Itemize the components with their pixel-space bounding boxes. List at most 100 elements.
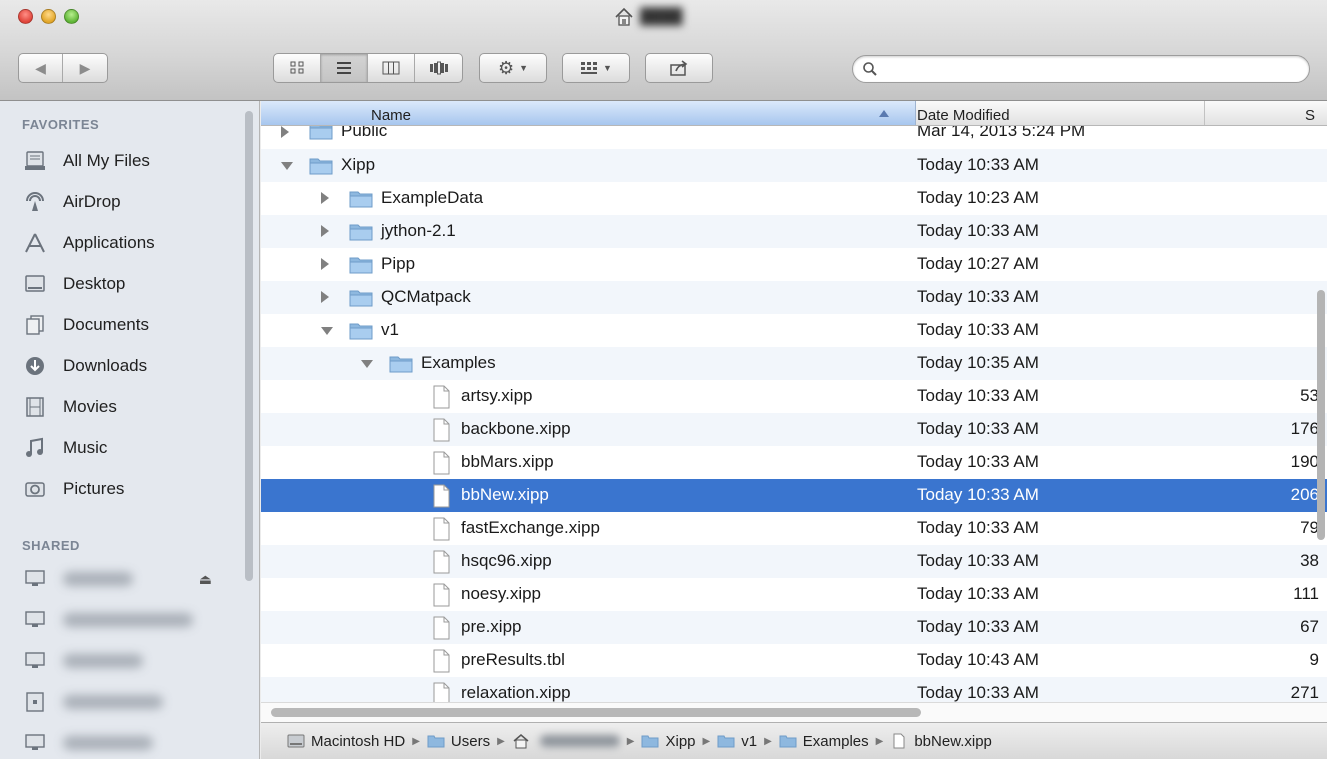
folder-row[interactable]: QCMatpack Today 10:33 AM [261,281,1327,314]
vertical-scrollbar[interactable] [1317,290,1325,540]
path-crumb-label: v1 [741,732,758,750]
path-crumb[interactable]: v1 ▶ [717,733,779,750]
shared-computer-item[interactable] [22,643,242,679]
folder-row[interactable]: ExampleData Today 10:23 AM [261,182,1327,215]
shared-computer-item[interactable] [22,725,242,759]
file-name: Pipp [381,254,416,273]
chevron-down-icon: ▼ [519,63,529,73]
sidebar-scrollbar[interactable] [245,111,253,581]
file-row[interactable]: bbNew.xipp Today 10:33 AM 206 [261,479,1327,512]
file-name: preResults.tbl [461,650,565,669]
path-crumb[interactable]: ▶ [512,733,642,749]
computer-icon [22,730,48,756]
file-size: 111 [1293,584,1319,603]
search-input[interactable] [881,59,1295,81]
horizontal-scrollbar[interactable] [271,708,921,717]
folder-icon [717,735,735,748]
zoom-window-button[interactable] [64,9,79,24]
path-separator-icon: ▶ [412,735,420,747]
minimize-window-button[interactable] [41,9,56,24]
sidebar-item-music[interactable]: Music [22,430,242,466]
date-modified: Today 10:33 AM [917,551,1039,570]
disclosure-triangle-icon[interactable] [281,162,293,170]
disclosure-triangle-icon[interactable] [321,258,329,270]
folder-row[interactable]: v1 Today 10:33 AM [261,314,1327,347]
size-column-header[interactable]: S [1206,101,1327,125]
file-row[interactable]: backbone.xipp Today 10:33 AM 176 [261,413,1327,446]
disclosure-triangle-icon[interactable] [361,360,373,368]
size-column-label: S [1304,107,1315,124]
path-crumb[interactable]: Macintosh HD ▶ [287,733,427,750]
folder-row[interactable]: Examples Today 10:35 AM [261,347,1327,380]
date-modified: Today 10:33 AM [917,419,1039,438]
disclosure-triangle-icon[interactable] [321,225,329,237]
folder-row[interactable]: Pipp Today 10:27 AM [261,248,1327,281]
search-field[interactable] [852,55,1310,83]
file-name: noesy.xipp [461,584,542,603]
close-window-button[interactable] [18,9,33,24]
file-row[interactable]: preResults.tbl Today 10:43 AM 9 [261,644,1327,677]
sidebar-item-applications[interactable]: Applications [22,225,242,261]
computer-icon [22,566,48,592]
name-column-header[interactable]: Name [261,101,916,125]
file-row[interactable]: hsqc96.xipp Today 10:33 AM 38 [261,545,1327,578]
titlebar: ████ ◀ ▶ ⚙ ▼ ▼ [0,0,1327,101]
blurred-name [63,613,193,627]
date-modified: Today 10:33 AM [917,485,1039,504]
sidebar-item-airdrop[interactable]: AirDrop [22,184,242,220]
cover-flow-button[interactable] [415,54,462,82]
file-row[interactable]: artsy.xipp Today 10:33 AM 53 [261,380,1327,413]
arrange-menu-button[interactable]: ▼ [562,53,630,83]
sidebar-item-all-my-files[interactable]: All My Files [22,143,242,179]
file-rows: Public Mar 14, 2013 5:24 PM Xipp Today 10:3… [261,121,1327,704]
file-row[interactable]: bbMars.xipp Today 10:33 AM 190 [261,446,1327,479]
list-view-button[interactable] [321,54,368,82]
date-modified: Today 10:33 AM [917,221,1039,240]
folder-row[interactable]: jython-2.1 Today 10:33 AM [261,215,1327,248]
sidebar-item-pictures[interactable]: Pictures [22,471,242,507]
list-view-icon [337,62,351,74]
file-row[interactable]: fastExchange.xipp Today 10:33 AM 79 [261,512,1327,545]
path-crumb[interactable]: bbNew.xipp [890,733,992,750]
server-icon [22,689,48,715]
eject-icon[interactable]: ⏏ [199,571,212,588]
disclosure-triangle-icon[interactable] [321,291,329,303]
sidebar-item-desktop[interactable]: Desktop [22,266,242,302]
path-crumb[interactable]: Xipp ▶ [641,733,717,750]
file-size: 190 [1290,452,1319,471]
home-icon [615,7,633,26]
icon-view-button[interactable] [274,54,321,82]
document-icon [433,649,450,673]
forward-button[interactable]: ▶ [63,54,107,82]
back-button[interactable]: ◀ [19,54,63,82]
desktop-icon [22,271,48,297]
file-size: 206 [1290,485,1319,504]
file-name: relaxation.xipp [461,683,571,702]
document-icon [433,451,450,475]
path-crumb[interactable]: Examples ▶ [779,733,891,750]
sidebar-item-downloads[interactable]: Downloads [22,348,242,384]
folder-icon [349,224,373,241]
sidebar-item-movies[interactable]: Movies [22,389,242,425]
column-view-button[interactable] [368,54,415,82]
disclosure-triangle-icon[interactable] [321,327,333,335]
date-modified: Today 10:33 AM [917,287,1039,306]
file-size: 176 [1290,419,1319,438]
shared-server-item[interactable] [22,684,242,720]
path-crumb[interactable]: Users ▶ [427,733,512,750]
sidebar-item-documents[interactable]: Documents [22,307,242,343]
file-row[interactable]: relaxation.xipp Today 10:33 AM 271 [261,677,1327,704]
action-menu-button[interactable]: ⚙ ▼ [479,53,547,83]
blurred-name [63,572,133,586]
share-icon [670,60,688,76]
folder-row[interactable]: Xipp Today 10:33 AM [261,149,1327,182]
file-row[interactable]: pre.xipp Today 10:33 AM 67 [261,611,1327,644]
shared-computer-item[interactable]: ⏏ [22,561,242,597]
folder-row[interactable]: Public Mar 14, 2013 5:24 PM [261,121,1327,149]
file-row[interactable]: noesy.xipp Today 10:33 AM 111 [261,578,1327,611]
disclosure-triangle-icon[interactable] [281,126,289,138]
disclosure-triangle-icon[interactable] [321,192,329,204]
shared-computer-item[interactable] [22,602,242,638]
share-button[interactable] [645,53,713,83]
date-modified-column-header[interactable]: Date Modified [917,101,1205,125]
